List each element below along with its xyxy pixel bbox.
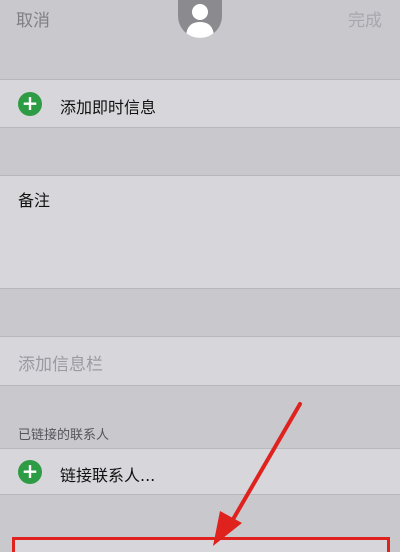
divider [0, 385, 400, 386]
note-field[interactable]: 备注 [0, 176, 400, 288]
cancel-button[interactable]: 取消 [16, 6, 50, 31]
divider [0, 288, 400, 289]
divider [0, 494, 400, 495]
linked-contacts-header: 已链接的联系人 [18, 428, 110, 443]
link-contact-row[interactable]: + 链接联系人... [0, 449, 400, 494]
add-instant-message-label: 添加即时信息 [60, 98, 157, 117]
add-icon: + [18, 460, 42, 484]
annotation-highlight-box [12, 537, 390, 552]
note-label: 备注 [18, 191, 51, 210]
add-field-row[interactable]: 添加信息栏 [0, 337, 400, 385]
add-icon: + [18, 92, 42, 116]
navigation-bar: 取消 完成 [0, 0, 400, 38]
done-button[interactable]: 完成 [348, 6, 382, 31]
person-icon [186, 4, 214, 38]
link-contact-label: 链接联系人... [60, 466, 156, 485]
contact-avatar[interactable] [178, 0, 222, 38]
add-instant-message-row[interactable]: + 添加即时信息 [0, 80, 400, 127]
add-field-label: 添加信息栏 [18, 355, 103, 375]
divider [0, 127, 400, 128]
